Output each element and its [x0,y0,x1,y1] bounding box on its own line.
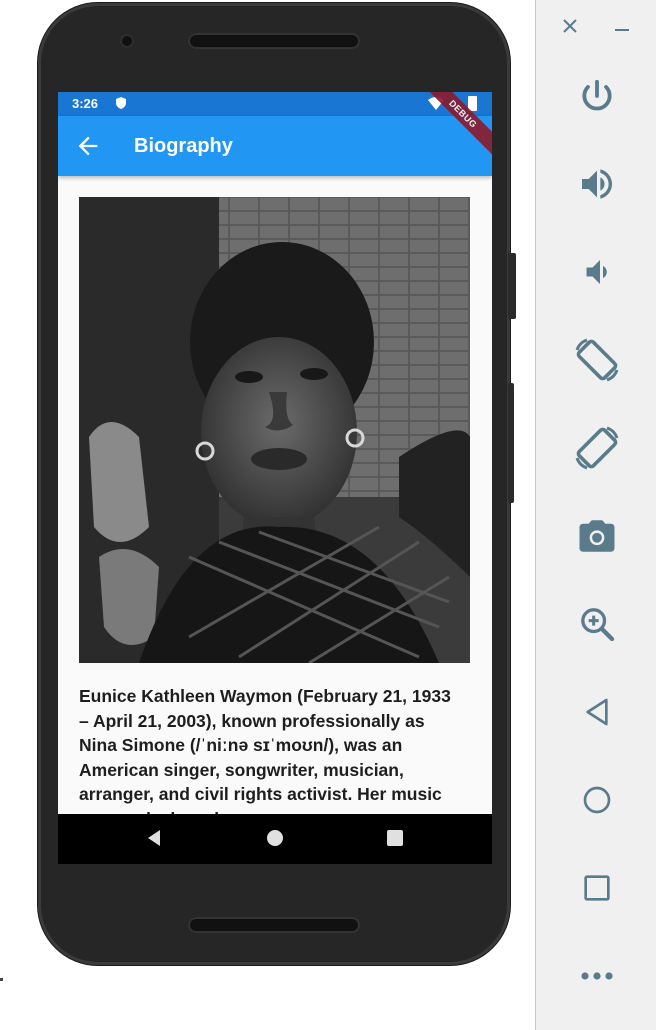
emulator-home-button[interactable] [536,780,656,820]
power-button[interactable] [536,76,656,116]
minimize-icon[interactable] [614,18,630,34]
bottom-speaker [188,917,360,933]
volume-up-button[interactable] [536,164,656,204]
back-arrow-icon[interactable] [74,132,102,160]
nav-recents-icon[interactable] [386,828,404,848]
app-bar: Biography [58,116,492,176]
camera-icon [579,520,614,552]
more-options-button[interactable] [536,960,656,992]
back-triangle-icon [585,698,608,726]
rotate-right-button[interactable] [536,424,656,472]
stray-dot [0,978,3,981]
page-title: Biography [134,135,233,157]
phone-power-button [508,253,516,319]
more-dots-icon [580,972,613,980]
power-icon [582,79,611,111]
zoom-in-icon [580,608,614,642]
shield-icon [116,97,126,109]
volume-down-button[interactable] [536,252,656,292]
overview-square-icon [583,875,610,901]
portrait-photo [79,197,470,663]
zoom-button[interactable] [536,602,656,646]
emulator-back-button[interactable] [536,692,656,732]
volume-down-icon [586,260,607,284]
biography-text: Eunice Kathleen Waymon (February 21, 193… [79,686,451,814]
rotate-left-button[interactable] [536,336,656,384]
rotate-right-icon [575,426,618,470]
close-icon[interactable] [562,18,578,34]
top-speaker [188,33,360,49]
home-circle-icon [583,786,610,814]
biography-content[interactable]: Eunice Kathleen Waymon (February 21, 193… [58,176,492,814]
status-time: 3:26 [72,96,99,111]
emulator-side-panel [535,0,656,1030]
nav-home-icon[interactable] [266,828,284,848]
emulator-overview-button[interactable] [536,868,656,908]
status-bar: 3:26 [58,92,492,116]
volume-up-icon [581,169,612,199]
android-nav-bar [58,814,492,864]
device-screen: 3:26 Biography DEBUG Eunice Kathleen Way… [58,92,492,864]
screenshot-button[interactable] [536,514,656,558]
phone-volume-button [508,383,514,503]
front-camera [122,36,132,46]
nav-back-icon[interactable] [146,828,162,848]
rotate-left-icon [575,338,618,382]
